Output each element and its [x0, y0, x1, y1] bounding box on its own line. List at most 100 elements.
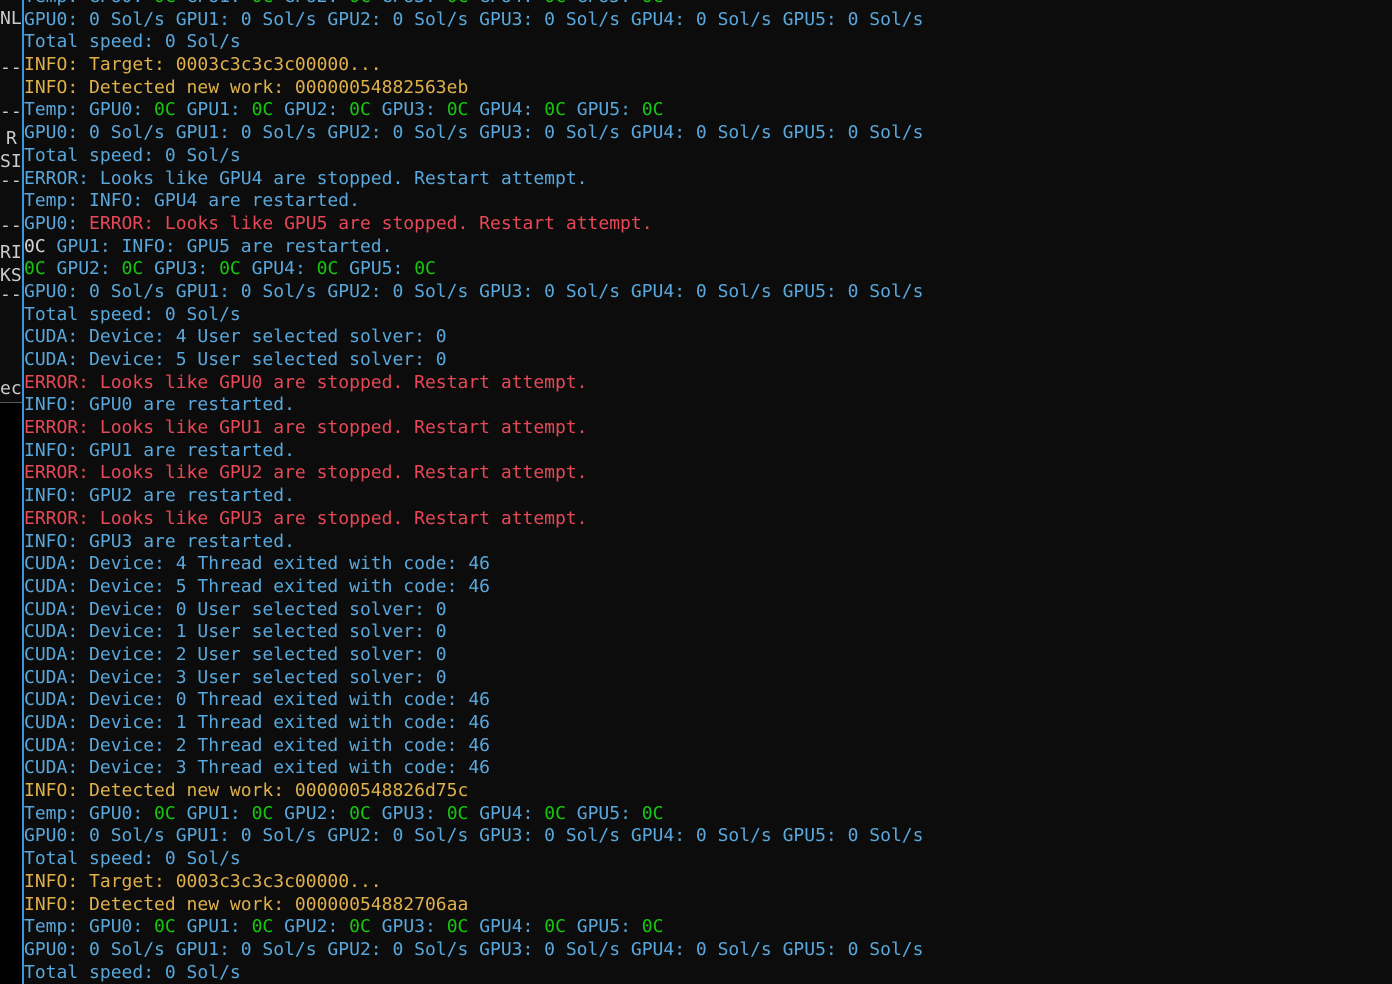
log-line: CUDA: Device: 2 User selected solver: 0: [24, 644, 923, 667]
log-segment: CUDA: Device: 1 Thread exited with code:…: [24, 712, 490, 733]
log-segment: GPU4:: [240, 258, 317, 280]
log-line: 0C GPU2: 0C GPU3: 0C GPU4: 0C GPU5: 0C: [24, 258, 923, 281]
log-line: INFO: Target: 0003c3c3c3c00000...: [24, 54, 923, 77]
log-line: ERROR: Looks like GPU0 are stopped. Rest…: [24, 372, 923, 395]
desktop-background: [0, 403, 22, 984]
log-segment: 0C: [349, 99, 371, 121]
log-segment: ERROR: Looks like GPU2 are stopped. Rest…: [24, 462, 588, 484]
log-segment: GPU5:: [565, 802, 642, 824]
log-line: Total speed: 0 Sol/s: [24, 962, 923, 984]
log-segment: 0C: [154, 802, 176, 824]
log-segment: GPU5:: [565, 99, 642, 121]
log-segment: INFO: Target: 0003c3c3c3c00000...: [24, 870, 382, 892]
log-segment: 0C: [446, 802, 469, 824]
log-segment: 0C: [349, 916, 371, 938]
log-line: GPU0: 0 Sol/s GPU1: 0 Sol/s GPU2: 0 Sol/…: [24, 122, 923, 145]
log-segment: 0C: [219, 258, 241, 280]
log-line: CUDA: Device: 1 User selected solver: 0: [24, 621, 923, 644]
log-segment: Temp: INFO: GPU4 are restarted.: [24, 190, 360, 212]
log-segment: 0C: [154, 99, 176, 121]
log-segment: ERROR: Looks like GPU5 are stopped. Rest…: [89, 212, 653, 234]
log-line: Temp: GPU0: 0C GPU1: 0C GPU2: 0C GPU3: 0…: [24, 803, 923, 826]
background-text-fragment: --: [0, 170, 22, 191]
log-line: GPU0: ERROR: Looks like GPU5 are stopped…: [24, 213, 923, 236]
log-line: Total speed: 0 Sol/s: [24, 304, 923, 327]
log-segment: 0C: [641, 916, 664, 938]
log-line: ERROR: Looks like GPU2 are stopped. Rest…: [24, 462, 923, 485]
log-segment: CUDA: Device: 3 Thread exited with code:…: [24, 757, 490, 779]
log-segment: GPU3:: [370, 916, 447, 938]
log-segment: GPU4:: [468, 99, 545, 121]
log-segment: Total speed: 0 Sol/s: [24, 848, 241, 870]
log-line: ERROR: Looks like GPU3 are stopped. Rest…: [24, 508, 923, 531]
log-line: CUDA: Device: 3 User selected solver: 0: [24, 667, 923, 690]
log-line: Temp: GPU0: 0C GPU1: 0C GPU2: 0C GPU3: 0…: [24, 99, 923, 122]
log-segment: INFO: Target: 0003c3c3c3c00000...: [24, 54, 382, 76]
log-segment: 0C: [251, 99, 274, 121]
background-text-fragment: R: [6, 128, 17, 149]
log-segment: CUDA: Device: 0 Thread exited with code:…: [24, 689, 490, 711]
miner-console-window[interactable]: Temp: GPU0: 0C GPU1: 0C GPU2: 0C GPU3: 0…: [22, 0, 1392, 984]
log-segment: GPU4:: [468, 802, 545, 824]
log-segment: GPU4:: [468, 0, 544, 7]
log-segment: GPU0: 0 Sol/s GPU1: 0 Sol/s GPU2: 0 Sol/…: [24, 122, 924, 144]
log-segment: INFO: Detected new work: 00000054882706a…: [24, 893, 469, 915]
log-line: INFO: GPU1 are restarted.: [24, 440, 923, 463]
log-segment: GPU2:: [273, 0, 349, 7]
background-text-fragment: --: [0, 284, 22, 305]
background-text-fragment: RI: [0, 242, 22, 263]
log-segment: 0C: [641, 99, 664, 121]
log-line: Total speed: 0 Sol/s: [24, 31, 923, 54]
log-segment: GPU5:: [338, 258, 415, 280]
log-segment: 0C: [544, 0, 566, 7]
log-segment: GPU2:: [273, 802, 350, 824]
log-line: 0C GPU1: INFO: GPU5 are restarted.: [24, 236, 923, 259]
log-segment: GPU5:: [566, 0, 642, 7]
log-segment: GPU1:: [176, 0, 252, 7]
log-segment: 0C: [544, 99, 566, 121]
log-segment: GPU4:: [468, 916, 545, 938]
log-line: Temp: INFO: GPU4 are restarted.: [24, 190, 923, 213]
log-segment: INFO: GPU0 are restarted.: [24, 394, 295, 416]
log-segment: GPU3:: [370, 99, 447, 121]
background-console-window: NL -- -- R SI -- -- RI KS -- ec: [0, 0, 22, 403]
log-segment: GPU1:: [175, 802, 252, 824]
log-segment: CUDA: Device: 4 User selected solver: 0: [24, 326, 447, 348]
log-line: Total speed: 0 Sol/s: [24, 848, 923, 871]
log-segment: Temp: GPU0:: [24, 0, 154, 7]
log-line: CUDA: Device: 5 User selected solver: 0: [24, 349, 923, 372]
log-segment: GPU0: 0 Sol/s GPU1: 0 Sol/s GPU2: 0 Sol/…: [24, 825, 924, 847]
log-line: CUDA: Device: 1 Thread exited with code:…: [24, 712, 923, 735]
console-output: Temp: GPU0: 0C GPU1: 0C GPU2: 0C GPU3: 0…: [24, 0, 923, 984]
log-segment: ERROR: Looks like GPU4 are stopped. Rest…: [24, 167, 588, 189]
log-segment: 0C: [446, 916, 469, 938]
log-segment: GPU1: INFO: GPU5 are restarted.: [45, 235, 393, 257]
log-segment: INFO: GPU1 are restarted.: [24, 439, 295, 461]
log-line: ERROR: Looks like GPU1 are stopped. Rest…: [24, 417, 923, 440]
background-text-fragment: --: [0, 101, 22, 122]
log-segment: 0C: [447, 0, 469, 7]
log-segment: Temp: GPU0:: [24, 802, 155, 824]
log-segment: Total speed: 0 Sol/s: [24, 303, 241, 325]
log-segment: CUDA: Device: 5 User selected solver: 0: [24, 349, 447, 370]
log-segment: 0C: [349, 802, 371, 824]
log-segment: CUDA: Device: 4 Thread exited with code:…: [24, 553, 490, 575]
log-segment: GPU2:: [273, 916, 350, 938]
log-segment: CUDA: Device: 2 User selected solver: 0: [24, 643, 447, 665]
log-segment: 0C: [349, 0, 371, 7]
log-segment: Total speed: 0 Sol/s: [24, 31, 241, 53]
log-segment: GPU2:: [45, 258, 122, 280]
background-text-fragment: --: [0, 215, 22, 236]
log-line: CUDA: Device: 2 Thread exited with code:…: [24, 735, 923, 758]
log-segment: GPU1:: [175, 916, 252, 938]
background-text-fragment: ec: [0, 378, 22, 399]
log-segment: GPU0:: [24, 212, 90, 234]
log-segment: 0C: [24, 235, 46, 257]
log-line: CUDA: Device: 3 Thread exited with code:…: [24, 757, 923, 780]
log-line: ERROR: Looks like GPU4 are stopped. Rest…: [24, 168, 923, 191]
log-segment: INFO: Detected new work: 00000054882563e…: [24, 76, 469, 98]
log-line: Total speed: 0 Sol/s: [24, 145, 923, 168]
log-segment: 0C: [641, 802, 664, 824]
log-segment: CUDA: Device: 3 User selected solver: 0: [24, 666, 447, 688]
log-line: CUDA: Device: 0 Thread exited with code:…: [24, 689, 923, 712]
